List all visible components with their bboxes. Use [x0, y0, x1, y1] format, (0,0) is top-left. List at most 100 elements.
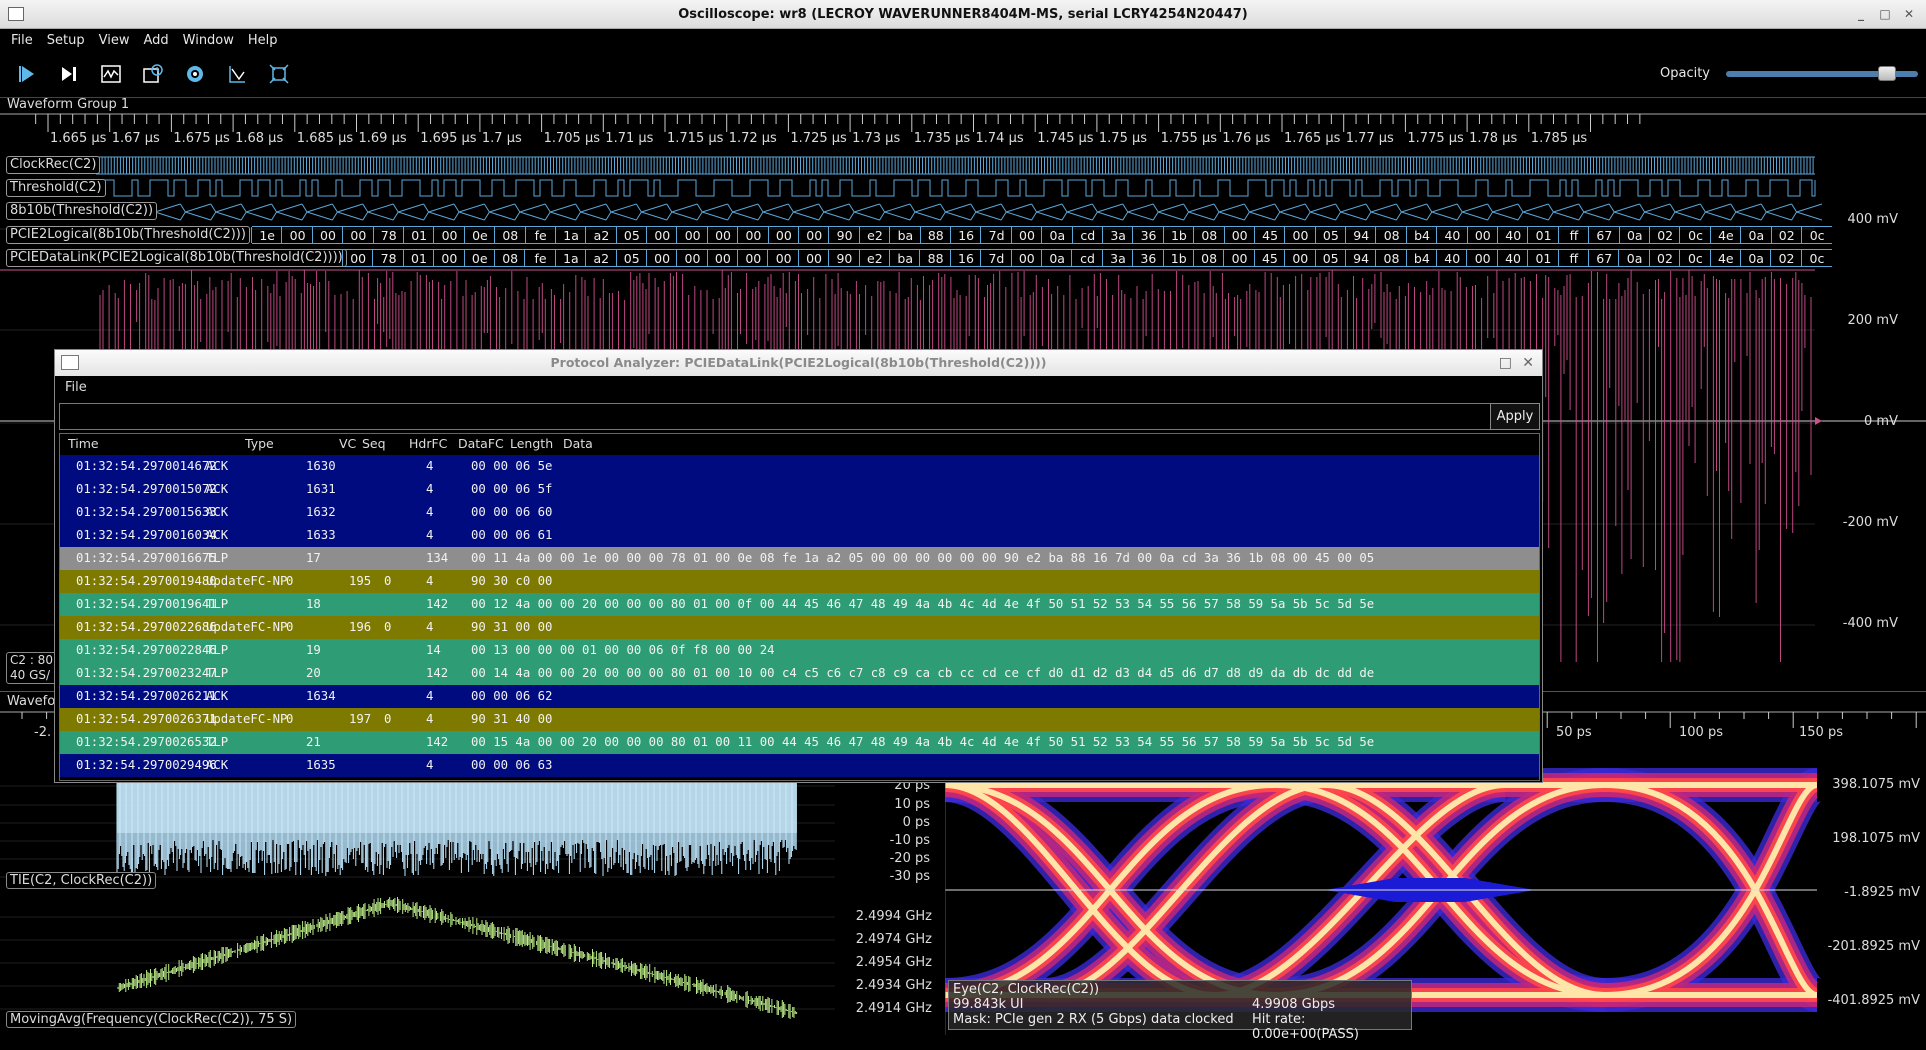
maximize-icon[interactable]: □ [1876, 5, 1894, 23]
decoded-byte: 00 [797, 249, 830, 267]
opacity-slider[interactable] [1726, 66, 1918, 81]
packet-table[interactable]: Time Type VC Seq HdrFC DataFC Length Dat… [59, 433, 1540, 781]
cell-type: UpdateFC-NP [206, 712, 288, 726]
decoded-byte: 00 [798, 226, 830, 244]
step-icon [62, 67, 76, 81]
table-row[interactable]: 01:32:54.2970029496 ACK 1635 4 00 00 06 63 [60, 754, 1539, 777]
menu-window[interactable]: Window [176, 29, 241, 53]
table-row[interactable]: 01:32:54.2970023247 TLP 20 142 00 14 4a 00 0… [60, 662, 1539, 685]
time-tick-label: 1.71 µs [605, 131, 653, 146]
time-tick-label: 1.785 µs [1531, 131, 1588, 146]
column-header-length[interactable]: Length [510, 434, 553, 455]
opacity-slider-handle[interactable] [1878, 66, 1897, 81]
protocol-analyzer-dialog[interactable]: Protocol Analyzer: PCIEDataLink(PCIE2Log… [54, 349, 1543, 783]
protocol-analyzer-title-bar[interactable]: Protocol Analyzer: PCIEDataLink(PCIE2Log… [55, 350, 1542, 376]
table-row[interactable]: 01:32:54.2970026532 TLP 21 142 00 15 4a 00 0… [60, 731, 1539, 754]
table-row[interactable]: 01:32:54.2970022686 UpdateFC-NP 0 196 0 4 90 3… [60, 616, 1539, 639]
dialog-close-icon[interactable]: ✕ [1522, 350, 1534, 376]
column-header-data[interactable]: Data [563, 434, 593, 455]
decoded-byte: e2 [858, 226, 891, 244]
decoded-byte: 00 [1010, 226, 1043, 244]
menu-view[interactable]: View [92, 29, 137, 53]
trace-label-pciedatalink[interactable]: PCIEDataLink(PCIE2Logical(8b10b(Threshol… [6, 249, 347, 267]
column-header-time[interactable]: Time [68, 434, 99, 455]
table-row[interactable]: 01:32:54.2970026371 UpdateFC-NP 0 197 0 4 90 3… [60, 708, 1539, 731]
cell-datafc: 0 [384, 712, 392, 726]
table-row[interactable]: 01:32:54.2970022846 TLP 19 14 00 13 00 00 00… [60, 639, 1539, 662]
table-row[interactable]: 01:32:54.2970019641 TLP 18 142 00 12 4a 00 0… [60, 593, 1539, 616]
cell-time: 01:32:54.2970026532 [76, 735, 217, 749]
cell-time: 01:32:54.2970019480 [76, 574, 217, 588]
menu-add[interactable]: Add [136, 29, 175, 53]
trace-label-threshold[interactable]: Threshold(C2) [6, 179, 106, 197]
analyzer-menu-file[interactable]: File [65, 380, 87, 395]
decoded-byte: 0a [1618, 226, 1650, 244]
cell-data: 00 00 06 60 [471, 505, 553, 519]
single-step-button[interactable] [55, 61, 83, 87]
column-header-vc[interactable]: VC [339, 434, 356, 455]
decoded-byte: 00 [1466, 226, 1499, 244]
cell-seq: 21 [306, 735, 321, 749]
menu-setup[interactable]: Setup [40, 29, 92, 53]
waveform-group2-label: Wavefo [7, 694, 56, 709]
measure-button[interactable] [223, 61, 251, 87]
cell-type: TLP [206, 597, 229, 611]
cell-data: 90 30 c0 00 [471, 574, 553, 588]
tie-y-neg10: -10 ps [889, 833, 930, 848]
column-header-type[interactable]: Type [245, 434, 274, 455]
waveform-button[interactable] [97, 61, 125, 87]
eye-y-2: 198.1075 mV [1832, 831, 1920, 846]
decoded-byte: 0c [1800, 226, 1833, 244]
channel-info-box[interactable]: C2 : 80 40 GS/ [6, 652, 57, 684]
cell-data: 00 00 06 63 [471, 758, 553, 772]
frequency-trace-label[interactable]: MovingAvg(Frequency(ClockRec(C2)), 75 S) [6, 1011, 297, 1028]
trace-label-8b10b[interactable]: 8b10b(Threshold(C2)) [6, 202, 158, 220]
menu-file[interactable]: File [4, 29, 40, 53]
zoom-fit-button[interactable] [265, 61, 293, 87]
column-header-datafc[interactable]: DataFC [458, 434, 504, 455]
dialog-maximize-icon[interactable]: □ [1499, 350, 1512, 376]
minimize-icon[interactable]: _ [1852, 5, 1870, 23]
time-axis[interactable]: 1.665 µs 1.67 µs 1.675 µs 1.68 µs 1.685 µs 1.… [0, 112, 1926, 152]
decoded-byte: 05 [615, 249, 647, 267]
decoded-byte: 7d [980, 249, 1012, 267]
play-button[interactable] [13, 61, 41, 87]
table-row[interactable]: 01:32:54.2970026211 ACK 1634 4 00 00 06 62 [60, 685, 1539, 708]
table-row[interactable]: 01:32:54.2970016675 TLP 17 134 00 11 4a 00 0… [60, 547, 1539, 570]
trigger-button[interactable] [139, 61, 167, 87]
tie-y-0: 0 ps [902, 815, 930, 830]
eye-y-4: -201.8925 mV [1827, 939, 1920, 954]
eye-tick-left: -2. [34, 725, 52, 740]
decoded-byte: 0a [1041, 226, 1073, 244]
column-header-hdrfc[interactable]: HdrFC [409, 434, 447, 455]
table-row[interactable]: 01:32:54.2970019480 UpdateFC-NP 0 195 0 4 90 3… [60, 570, 1539, 593]
trace-label-clockrec[interactable]: ClockRec(C2) [6, 156, 101, 174]
decoded-byte: 40 [1436, 249, 1468, 267]
table-row[interactable]: 01:32:54.2970015633 ACK 1632 4 00 00 06 60 [60, 501, 1539, 524]
decoded-byte: ba [889, 249, 921, 267]
table-row[interactable]: 01:32:54.2970015072 ACK 1631 4 00 00 06 5f [60, 478, 1539, 501]
decoded-byte: 08 [1375, 249, 1407, 267]
close-icon[interactable]: ✕ [1900, 5, 1918, 23]
decoded-byte: 0a [1739, 249, 1772, 267]
decoded-byte: 05 [1314, 226, 1347, 244]
cell-length: 4 [426, 528, 434, 542]
decoded-byte: 16 [949, 226, 982, 244]
group1-separator [0, 97, 1926, 98]
apply-button[interactable]: Apply [1490, 403, 1540, 430]
menu-help[interactable]: Help [241, 29, 285, 53]
eye-y-3: -1.8925 mV [1844, 885, 1920, 900]
trace-label-pcie2logical[interactable]: PCIE2Logical(8b10b(Threshold(C2))) [6, 226, 250, 244]
tie-trace-label[interactable]: TIE(C2, ClockRec(C2)) [6, 872, 157, 889]
decoded-byte: 01 [1527, 249, 1559, 267]
cell-vc: 0 [286, 712, 294, 726]
filter-input[interactable] [59, 403, 1491, 430]
settings-button[interactable] [181, 61, 209, 87]
eye-info-box[interactable]: Eye(C2, ClockRec(C2)) 99.843k UI Mask: P… [948, 980, 1412, 1042]
table-row[interactable]: 01:32:54.2970014672 ACK 1630 4 00 00 06 5e [60, 455, 1539, 478]
volt-label-neg200: -200 mV [1842, 515, 1898, 530]
table-row[interactable]: 01:32:54.2970016034 ACK 1633 4 00 00 06 61 [60, 524, 1539, 547]
cell-length: 4 [426, 574, 434, 588]
cell-type: ACK [206, 528, 229, 542]
column-header-seq[interactable]: Seq [362, 434, 386, 455]
